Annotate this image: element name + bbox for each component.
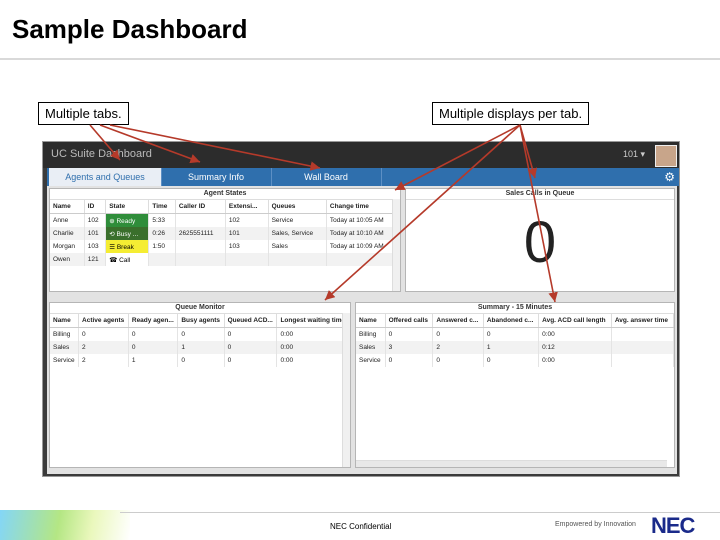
footer-divider (120, 512, 720, 513)
nec-logo: NEC (651, 513, 695, 538)
footer-graphic (0, 510, 130, 540)
arrow-to-tab-wallboard (109, 124, 321, 171)
annotation-arrows (89, 124, 558, 303)
footer-tagline: Empowered by Innovation (555, 521, 636, 528)
arrow-to-summary (519, 124, 558, 303)
footer-confidential: NEC Confidential (330, 522, 392, 531)
arrow-to-queue-monitor (324, 124, 521, 301)
arrow-to-tab-summary (99, 124, 201, 164)
